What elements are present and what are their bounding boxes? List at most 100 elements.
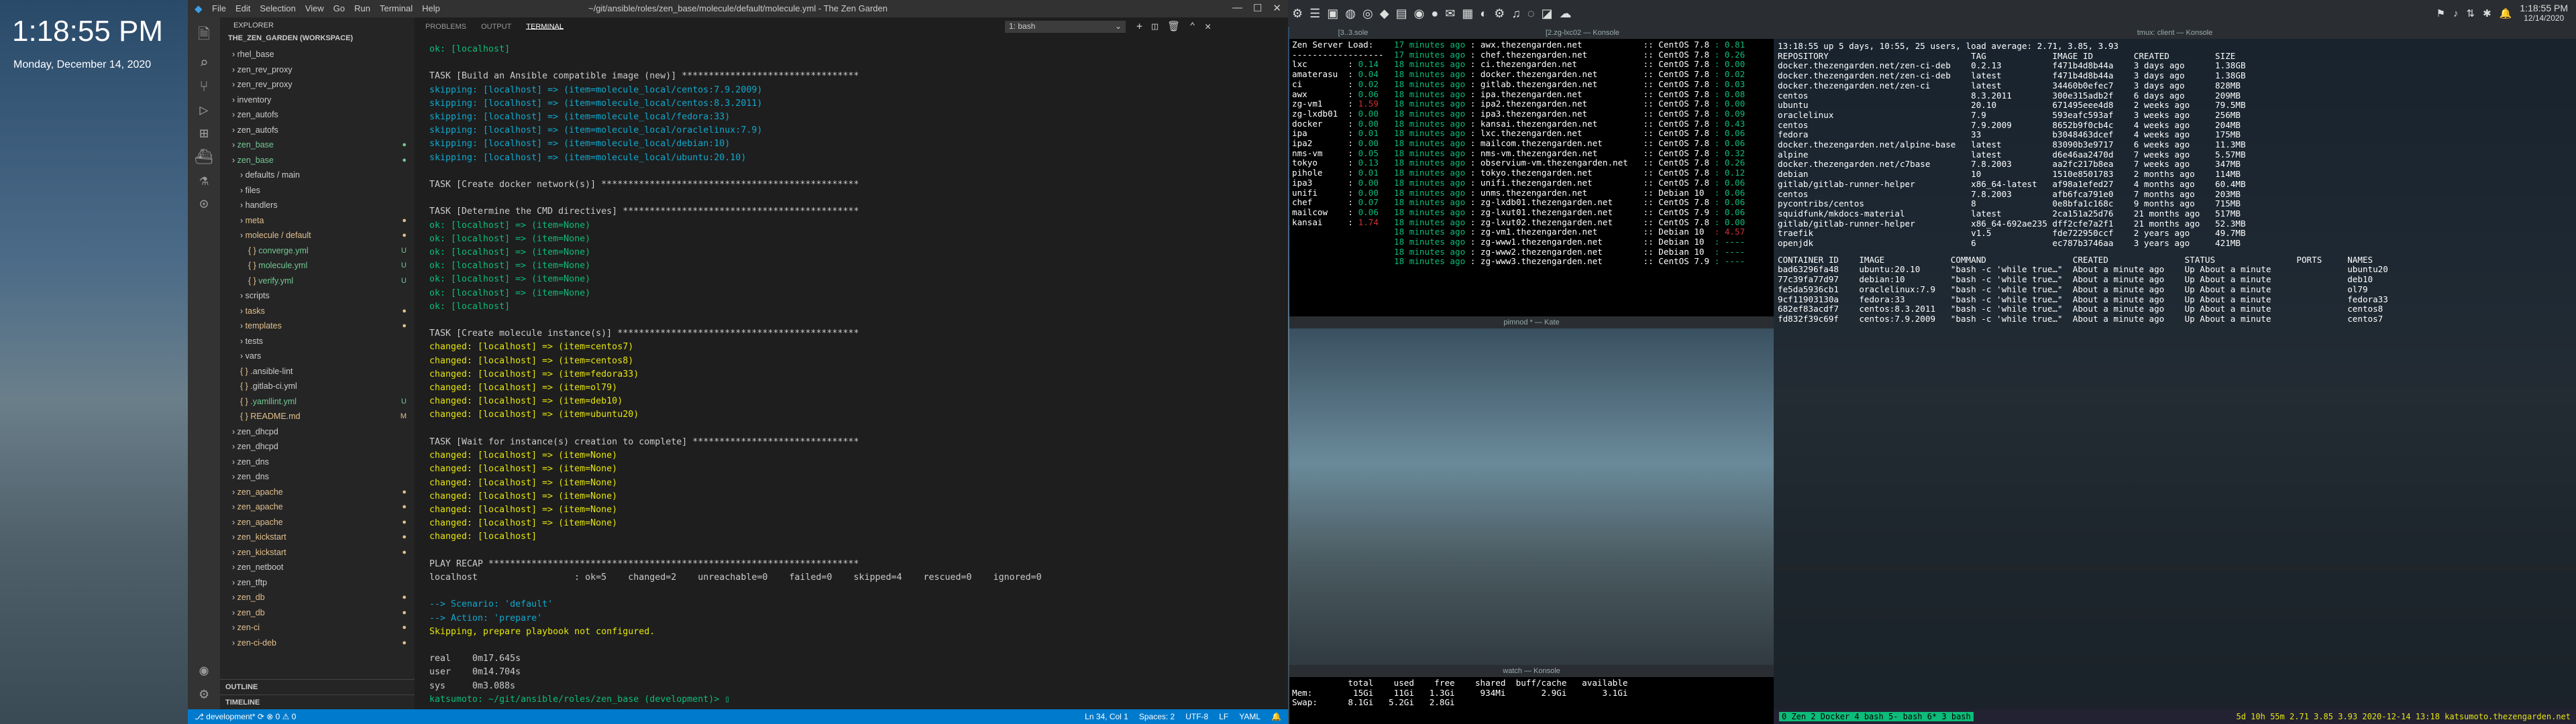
- tree-item[interactable]: { } README.md M: [220, 409, 415, 424]
- extensions-icon[interactable]: ⊞: [199, 125, 208, 142]
- status-item[interactable]: Ln 34, Col 1: [1085, 712, 1128, 721]
- close-panel-icon[interactable]: ✕: [1205, 20, 1211, 32]
- minimize-icon[interactable]: —: [1232, 2, 1242, 14]
- tree-item[interactable]: › zen_netboot: [220, 560, 415, 575]
- tree-item[interactable]: { } .ansible-lint: [220, 364, 415, 379]
- tree-item[interactable]: › zen_dhcpd: [220, 439, 415, 455]
- tree-item[interactable]: › zen_rev_proxy: [220, 77, 415, 93]
- account-icon[interactable]: ◉: [199, 662, 208, 679]
- music-icon[interactable]: ♫: [1511, 7, 1521, 21]
- network-app-icon[interactable]: ☁: [1560, 7, 1572, 21]
- tree-item[interactable]: › tests: [220, 334, 415, 349]
- status-item[interactable]: LF: [1219, 712, 1228, 721]
- network-icon[interactable]: ⇅: [2467, 7, 2475, 19]
- docker-icon[interactable]: ⛴: [195, 149, 213, 166]
- volume-icon[interactable]: ♪: [2453, 8, 2459, 19]
- tree-item[interactable]: › zen_rev_proxy: [220, 62, 415, 78]
- tree-item[interactable]: › zen-ci ●: [220, 620, 415, 636]
- status-item[interactable]: YAML: [1239, 712, 1260, 721]
- tree-item[interactable]: › templates ●: [220, 318, 415, 334]
- tree-item[interactable]: › zen_dhcpd: [220, 424, 415, 440]
- terminal-output[interactable]: ok: [localhost] TASK [Build an Ansible c…: [429, 43, 1281, 707]
- tree-item[interactable]: › meta ●: [220, 213, 415, 229]
- terminal-select[interactable]: 1: bash ⌄: [1005, 21, 1126, 33]
- vscode-icon[interactable]: ◆: [1380, 7, 1389, 21]
- split-terminal-icon[interactable]: ◫: [1152, 20, 1158, 32]
- maximize-icon[interactable]: ☐: [1253, 2, 1262, 14]
- panel-clock[interactable]: 1:18:55 PM: [2520, 3, 2568, 13]
- tree-item[interactable]: › zen_kickstart ●: [220, 545, 415, 560]
- tree-item[interactable]: › zen_dns: [220, 455, 415, 470]
- os-name: :: CentOS 7.8: [1643, 158, 1715, 168]
- mail-icon[interactable]: ✉: [1445, 7, 1455, 21]
- tree-item[interactable]: › zen_apache ●: [220, 499, 415, 515]
- tree-item[interactable]: › vars: [220, 349, 415, 364]
- tab-terminal[interactable]: TERMINAL: [526, 23, 564, 31]
- tree-item[interactable]: { } .gitlab-ci.yml: [220, 379, 415, 394]
- tmux-windows[interactable]: 0 Zen 2 Docker 4 bash 5- bash 6* 3 bash: [1779, 712, 1974, 721]
- terminal-icon[interactable]: ▤: [1396, 7, 1407, 21]
- tree-item[interactable]: { } .yamllint.yml U: [220, 394, 415, 410]
- run-icon[interactable]: ▷: [199, 102, 208, 119]
- updates-icon[interactable]: ⚑: [2436, 7, 2445, 19]
- tree-item[interactable]: { } verify.yml U: [220, 274, 415, 289]
- timeline-section[interactable]: TIMELINE: [220, 694, 415, 710]
- steam-icon[interactable]: ◉: [1414, 7, 1425, 21]
- store-icon[interactable]: ◪: [1542, 7, 1553, 21]
- folder-icon[interactable]: ▣: [1327, 7, 1338, 21]
- tree-item[interactable]: › scripts: [220, 288, 415, 304]
- firefox-icon[interactable]: ◍: [1345, 7, 1356, 21]
- files-icon[interactable]: 🗎: [198, 23, 210, 48]
- notifications-icon[interactable]: 🔔: [2500, 7, 2512, 19]
- flask-icon[interactable]: ⚗: [199, 172, 208, 189]
- status-item[interactable]: UTF-8: [1185, 712, 1208, 721]
- gear-icon[interactable]: ⚙: [199, 686, 208, 703]
- tree-item[interactable]: › zen_autofs: [220, 107, 415, 123]
- tree-item[interactable]: › zen_dns: [220, 469, 415, 485]
- tree-item[interactable]: › zen_db ●: [220, 590, 415, 605]
- tab-output[interactable]: OUTPUT: [481, 23, 511, 31]
- close-icon[interactable]: ✕: [1273, 2, 1281, 14]
- workspace-title[interactable]: THE_ZEN_GARDEN (WORKSPACE): [220, 32, 415, 47]
- tree-item-label: zen_db: [237, 607, 265, 617]
- search-icon[interactable]: ⌕: [199, 55, 208, 72]
- tree-item[interactable]: › rhel_base: [220, 47, 415, 62]
- tree-item[interactable]: { } molecule.yml U: [220, 258, 415, 274]
- tree-item[interactable]: › zen_base ●: [220, 137, 415, 153]
- tab-problems[interactable]: PROBLEMS: [425, 23, 466, 31]
- tree-item[interactable]: { } converge.yml U: [220, 243, 415, 259]
- app-launcher-icon[interactable]: ☰: [1309, 7, 1320, 21]
- tree-item[interactable]: › inventory: [220, 93, 415, 108]
- document-icon[interactable]: ▦: [1462, 7, 1473, 21]
- tree-item[interactable]: › zen_tftp: [220, 575, 415, 591]
- tree-item[interactable]: › zen_apache ●: [220, 485, 415, 500]
- status-item[interactable]: Spaces: 2: [1139, 712, 1175, 721]
- status-item[interactable]: 🔔: [1271, 712, 1281, 721]
- chevron-up-icon[interactable]: ⌃: [1189, 20, 1195, 32]
- tree-item[interactable]: › zen-ci-deb ●: [220, 636, 415, 651]
- bluetooth-icon[interactable]: ✱: [2483, 7, 2491, 19]
- tree-item[interactable]: › zen_db ●: [220, 605, 415, 621]
- trash-icon[interactable]: 🗑: [1167, 20, 1180, 32]
- tree-item[interactable]: › defaults / main: [220, 168, 415, 183]
- tree-item[interactable]: › molecule / default ●: [220, 228, 415, 243]
- tree-item[interactable]: › files: [220, 183, 415, 198]
- kde-menu-icon[interactable]: ⚙: [1292, 7, 1303, 21]
- remote-icon[interactable]: ⊙: [199, 196, 208, 213]
- tree-item[interactable]: › zen_base ●: [220, 153, 415, 168]
- tree-item[interactable]: › zen_autofs: [220, 123, 415, 138]
- tree-item[interactable]: › handlers: [220, 198, 415, 213]
- tree-item[interactable]: › tasks ●: [220, 304, 415, 319]
- chrome-icon[interactable]: ◎: [1362, 7, 1373, 21]
- tree-item[interactable]: › zen_kickstart ●: [220, 530, 415, 545]
- source-control-icon[interactable]: ⑂: [199, 78, 208, 95]
- settings-icon[interactable]: ⚙: [1494, 7, 1505, 21]
- camera-icon[interactable]: ◌: [1527, 7, 1535, 21]
- discord-icon[interactable]: ●: [1431, 7, 1438, 21]
- sep: :: [1348, 177, 1358, 188]
- outline-section[interactable]: OUTLINE: [220, 679, 415, 695]
- chat-icon[interactable]: ◐: [1480, 7, 1487, 21]
- tree-item[interactable]: › zen_apache ●: [220, 515, 415, 530]
- new-terminal-icon[interactable]: +: [1136, 20, 1142, 32]
- git-branch-status[interactable]: ⎇ development* ⟳ ⊗ 0 ⚠ 0: [195, 712, 296, 721]
